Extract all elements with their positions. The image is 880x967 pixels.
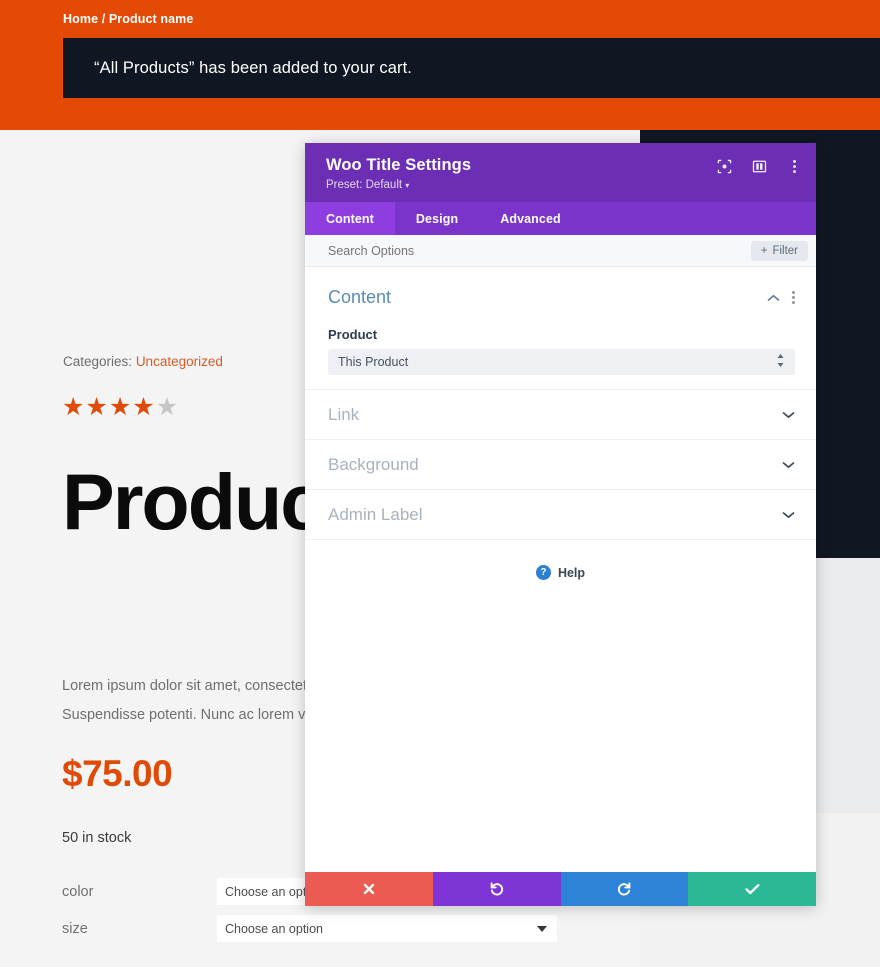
chevron-up-icon[interactable] xyxy=(767,289,780,307)
tab-advanced[interactable]: Advanced xyxy=(479,202,582,235)
chevron-down-icon[interactable] xyxy=(782,506,795,524)
product-field-label: Product xyxy=(328,327,378,342)
variation-value-size: Choose an option xyxy=(225,921,323,936)
section-content: Content Product This Product xyxy=(305,267,816,390)
variation-row-size: size Choose an option xyxy=(62,910,562,947)
cart-notice-text: “All Products” has been added to your ca… xyxy=(94,58,412,77)
categories-label: Categories: xyxy=(63,354,133,369)
screen: Home / Product name “All Products” has b… xyxy=(0,0,880,967)
chevron-down-icon xyxy=(537,925,547,932)
variation-select-size[interactable]: Choose an option xyxy=(217,915,557,942)
section-background-title: Background xyxy=(328,454,419,474)
product-categories: Categories: Uncategorized xyxy=(63,354,223,369)
redo-button[interactable] xyxy=(560,872,689,906)
star-icon: ★ xyxy=(62,393,86,421)
chevron-down-icon[interactable] xyxy=(782,406,795,424)
section-admin-label-title: Admin Label xyxy=(328,504,423,524)
cancel-button[interactable] xyxy=(305,872,433,906)
modal-header[interactable]: Woo Title Settings Preset: Default ▾ xyxy=(305,143,816,202)
layout-icon[interactable] xyxy=(752,159,767,174)
variation-label-color: color xyxy=(62,883,94,900)
chevron-down-icon: ▾ xyxy=(405,181,410,190)
section-link[interactable]: Link xyxy=(305,390,816,440)
chevron-down-icon[interactable] xyxy=(782,456,795,474)
focus-icon[interactable] xyxy=(717,159,732,174)
preset-label: Preset: Default xyxy=(326,179,403,191)
filter-button[interactable]: + Filter xyxy=(750,240,808,261)
save-button[interactable] xyxy=(688,872,816,906)
help-label: Help xyxy=(557,565,586,580)
product-select[interactable]: This Product xyxy=(328,349,795,375)
help-link[interactable]: ? Help xyxy=(305,540,816,580)
filter-label: Filter xyxy=(772,244,798,257)
star-icon: ★ xyxy=(155,393,180,421)
preset-selector[interactable]: Preset: Default ▾ xyxy=(326,179,799,191)
section-options-icon[interactable] xyxy=(792,290,795,305)
more-options-icon[interactable] xyxy=(787,159,802,174)
product-price: $75.00 xyxy=(62,753,173,794)
star-icon: ★ xyxy=(85,393,109,421)
category-link[interactable]: Uncategorized xyxy=(136,354,223,369)
section-background[interactable]: Background xyxy=(305,440,816,490)
site-header: Home / Product name “All Products” has b… xyxy=(0,0,880,130)
tab-content[interactable]: Content xyxy=(305,202,395,235)
section-content-tools xyxy=(767,289,795,307)
breadcrumb[interactable]: Home / Product name xyxy=(63,12,193,26)
cart-notice: “All Products” has been added to your ca… xyxy=(63,38,880,98)
search-options-row: + Filter xyxy=(305,235,816,267)
section-admin-label[interactable]: Admin Label xyxy=(305,490,816,540)
section-link-title: Link xyxy=(328,404,360,424)
section-content-title: Content xyxy=(328,287,392,307)
undo-button[interactable] xyxy=(432,872,561,906)
section-content-header[interactable]: Content xyxy=(328,287,795,308)
help-icon: ? xyxy=(535,565,551,580)
search-input[interactable] xyxy=(328,243,751,258)
modal-header-icons xyxy=(717,159,802,174)
product-select-value: This Product xyxy=(338,355,409,369)
star-icon: ★ xyxy=(108,393,133,421)
modal-tabs: Content Design Advanced xyxy=(305,202,816,235)
variation-label-size: size xyxy=(62,920,88,937)
select-spinner-icon xyxy=(777,354,784,370)
product-stock: 50 in stock xyxy=(62,830,132,846)
star-icon: ★ xyxy=(132,393,156,421)
tab-design[interactable]: Design xyxy=(395,202,479,235)
module-settings-modal: Woo Title Settings Preset: Default ▾ Con… xyxy=(305,143,816,906)
modal-body: Content Product This Product Link Backgr… xyxy=(305,267,816,872)
rating-stars[interactable]: ★★★★★ xyxy=(62,395,179,420)
modal-footer xyxy=(305,872,816,906)
plus-icon: + xyxy=(760,244,768,257)
